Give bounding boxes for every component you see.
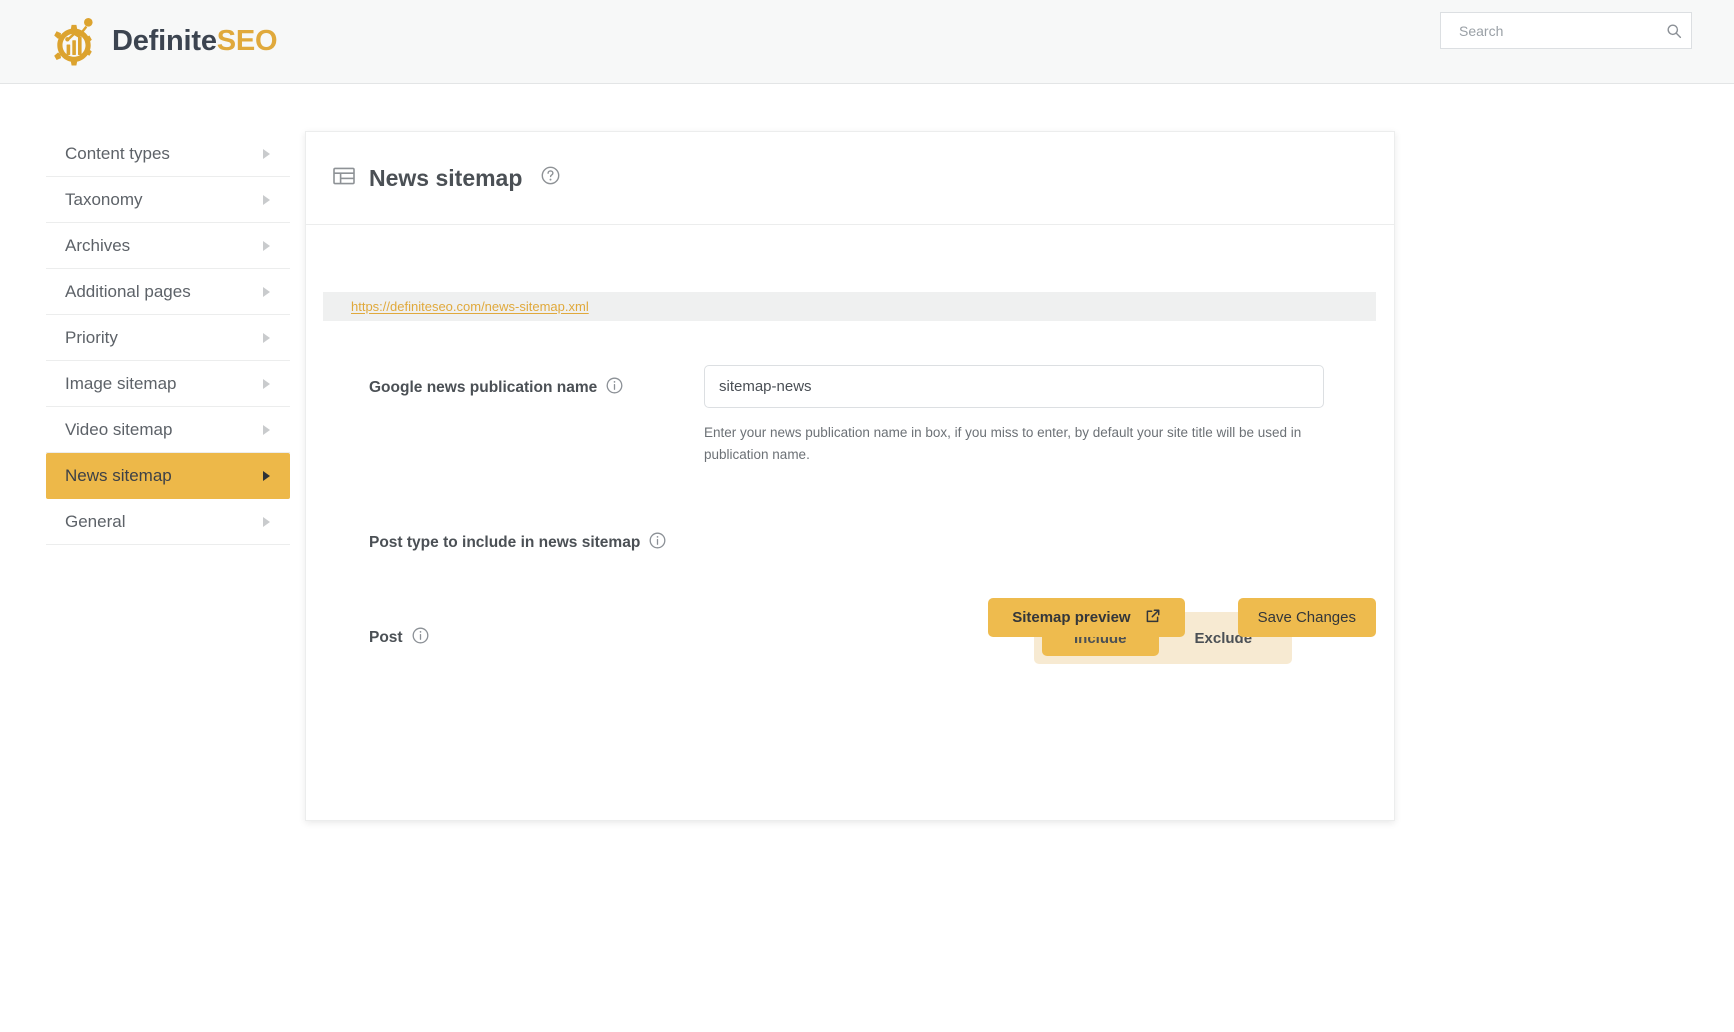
card-actions: Sitemap preview Save Changes: [988, 598, 1376, 637]
sidebar-item-video-sitemap[interactable]: Video sitemap: [46, 407, 290, 453]
page-body: Content types Taxonomy Archives Addition…: [0, 84, 1734, 1032]
brand-title-second: SEO: [216, 25, 278, 57]
sidebar-item-label: Taxonomy: [65, 189, 143, 209]
chevron-right-icon: [263, 240, 270, 251]
top-bar: DefiniteSEO: [0, 0, 1734, 84]
sidebar-item-archives[interactable]: Archives: [46, 223, 290, 269]
publication-name-label: Google news publication name: [369, 379, 598, 396]
publication-name-control: Enter your news publication name in box,…: [704, 365, 1324, 466]
post-type-section: Post type to include in news sitemap: [306, 532, 1394, 554]
sidebar: Content types Taxonomy Archives Addition…: [46, 131, 290, 545]
chevron-right-icon: [263, 424, 270, 435]
sidebar-item-taxonomy[interactable]: Taxonomy: [46, 177, 290, 223]
publication-name-label-group: Google news publication name: [369, 365, 704, 399]
sitemap-preview-label: Sitemap preview: [1012, 609, 1131, 626]
publication-name-row: Google news publication name Enter your …: [306, 365, 1394, 466]
sidebar-item-label: Content types: [65, 143, 170, 163]
info-circle-icon[interactable]: [606, 377, 623, 399]
post-label-group: Post: [369, 627, 1034, 649]
post-label: Post: [369, 629, 403, 646]
sidebar-item-news-sitemap[interactable]: News sitemap: [46, 453, 290, 499]
question-circle-icon[interactable]: [541, 166, 560, 190]
info-circle-icon[interactable]: [649, 532, 666, 554]
info-circle-icon[interactable]: [412, 627, 429, 649]
sidebar-item-label: Video sitemap: [65, 419, 173, 439]
chevron-right-icon: [263, 378, 270, 389]
sidebar-item-general[interactable]: General: [46, 499, 290, 545]
publication-name-help-text: Enter your news publication name in box,…: [704, 425, 1302, 462]
brand-title: DefiniteSEO: [112, 25, 278, 58]
sidebar-item-content-types[interactable]: Content types: [46, 131, 290, 177]
chevron-right-icon: [263, 332, 270, 343]
sidebar-item-label: Archives: [65, 235, 131, 255]
news-sitemap-card: News sitemap https://definiteseo.com/new…: [305, 131, 1395, 821]
page-title: News sitemap: [369, 164, 523, 191]
sidebar-item-additional-pages[interactable]: Additional pages: [46, 269, 290, 315]
sidebar-item-label: Image sitemap: [65, 373, 177, 393]
sidebar-item-label: News sitemap: [65, 466, 172, 485]
sitemap-url-link[interactable]: https://definiteseo.com/news-sitemap.xml: [351, 299, 589, 314]
post-type-section-label: Post type to include in news sitemap: [369, 534, 641, 551]
brand-title-first: Definite: [112, 25, 217, 57]
card-body: https://definiteseo.com/news-sitemap.xml…: [306, 292, 1394, 664]
chevron-right-icon: [263, 516, 270, 527]
search-input[interactable]: [1441, 13, 1657, 48]
post-type-label-group: Post type to include in news sitemap: [369, 532, 1394, 554]
sidebar-item-label: Additional pages: [65, 281, 191, 301]
chevron-right-icon: [263, 471, 270, 481]
sidebar-item-image-sitemap[interactable]: Image sitemap: [46, 361, 290, 407]
table-icon: [333, 167, 355, 190]
brand[interactable]: DefiniteSEO: [48, 14, 278, 70]
chevron-right-icon: [263, 194, 270, 205]
search-box[interactable]: [1440, 12, 1692, 49]
external-link-icon: [1145, 608, 1161, 628]
chevron-right-icon: [263, 148, 270, 159]
chevron-right-icon: [263, 286, 270, 297]
save-changes-button[interactable]: Save Changes: [1237, 598, 1376, 637]
sitemap-preview-button[interactable]: Sitemap preview: [988, 598, 1185, 637]
sidebar-item-label: Priority: [65, 327, 118, 347]
sitemap-url-bar: https://definiteseo.com/news-sitemap.xml: [323, 292, 1376, 321]
publication-name-input[interactable]: [704, 365, 1324, 408]
card-header: News sitemap: [306, 132, 1394, 225]
search-icon[interactable]: [1657, 13, 1691, 48]
sidebar-item-priority[interactable]: Priority: [46, 315, 290, 361]
sidebar-item-label: General: [65, 511, 126, 531]
gear-chart-logo-icon: [54, 17, 93, 65]
